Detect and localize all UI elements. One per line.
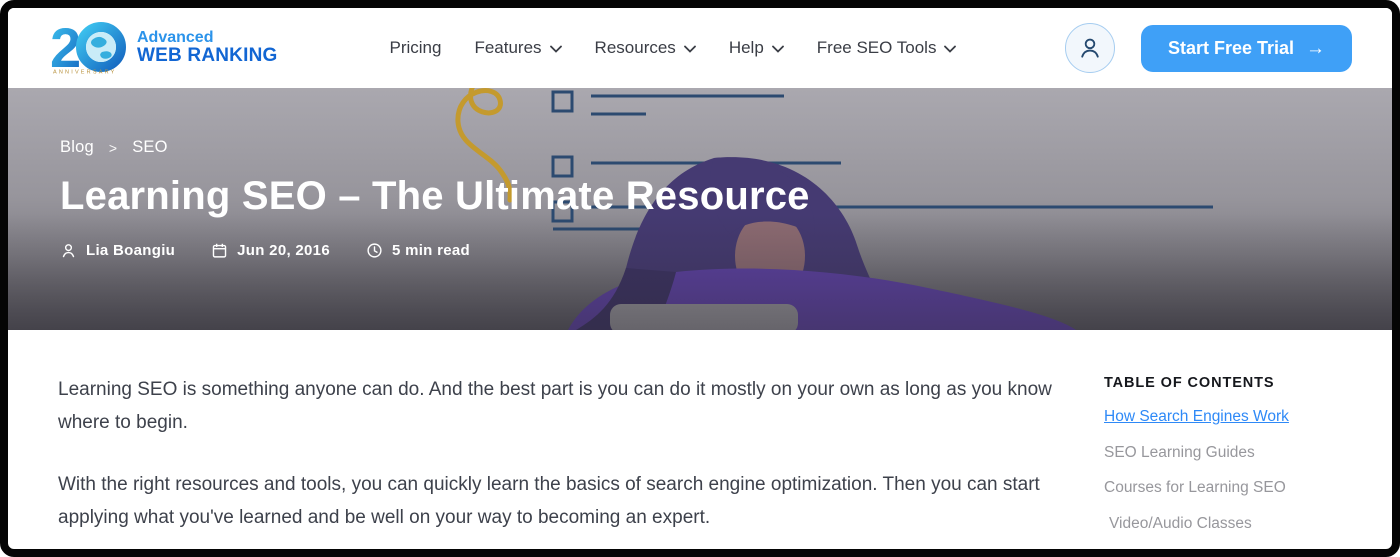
author-icon — [60, 242, 77, 259]
nav-item-pricing[interactable]: Pricing — [389, 38, 441, 58]
toc-item-courses-for-learning-seo[interactable]: Courses for Learning SEO — [1104, 479, 1352, 497]
logo-name-bottom: WEB RANKING — [137, 46, 277, 66]
toc-item-seo-learning-guides[interactable]: SEO Learning Guides — [1104, 444, 1352, 462]
logo-anniversary-label: ANNIVERSARY — [53, 70, 117, 76]
logo-name-top: Advanced — [137, 30, 277, 47]
breadcrumb-blog[interactable]: Blog — [60, 138, 94, 157]
toc-item-video-audio-classes[interactable]: Video/Audio Classes — [1104, 515, 1352, 533]
table-of-contents: TABLE OF CONTENTS How Search Engines Wor… — [1104, 330, 1352, 550]
browser-page: 2 ANNIVERSARY Advanced WEB RANKING Prici… — [0, 0, 1400, 557]
post-meta: Lia Boangiu Jun 20, 2016 5 min rea — [60, 242, 1392, 259]
calendar-icon — [211, 242, 228, 259]
author-meta: Lia Boangiu — [60, 242, 175, 259]
account-avatar-button[interactable] — [1065, 23, 1115, 73]
nav-item-features[interactable]: Features — [474, 38, 561, 58]
awr-logo-mark-icon: 2 ANNIVERSARY — [50, 20, 128, 76]
date-meta: Jun 20, 2016 — [211, 242, 330, 259]
page-title: Learning SEO – The Ultimate Resource — [60, 174, 1392, 219]
breadcrumb-separator: > — [109, 140, 117, 156]
main-content: Learning SEO is something anyone can do.… — [8, 330, 1392, 550]
hero-banner: Blog > SEO Learning SEO – The Ultimate R… — [8, 88, 1392, 330]
clock-icon — [366, 242, 383, 259]
user-icon — [1077, 35, 1103, 61]
article-body: Learning SEO is something anyone can do.… — [58, 330, 1070, 550]
nav-item-resources[interactable]: Resources — [595, 38, 696, 58]
chevron-down-icon — [772, 45, 784, 53]
nav-item-help[interactable]: Help — [729, 38, 784, 58]
article-paragraph: Learning SEO is something anyone can do.… — [58, 374, 1070, 440]
read-time: 5 min read — [392, 242, 470, 259]
chevron-down-icon — [684, 45, 696, 53]
breadcrumb-seo[interactable]: SEO — [132, 138, 167, 157]
read-time-meta: 5 min read — [366, 242, 470, 259]
author-name: Lia Boangiu — [86, 242, 175, 259]
publish-date: Jun 20, 2016 — [237, 242, 330, 259]
breadcrumb: Blog > SEO — [60, 138, 1392, 157]
nav-item-free-seo-tools[interactable]: Free SEO Tools — [817, 38, 957, 58]
start-free-trial-button[interactable]: Start Free Trial → — [1141, 25, 1352, 72]
site-header: 2 ANNIVERSARY Advanced WEB RANKING Prici… — [8, 8, 1392, 88]
article-paragraph: With the right resources and tools, you … — [58, 469, 1070, 535]
chevron-down-icon — [550, 45, 562, 53]
chevron-down-icon — [944, 45, 956, 53]
awr-logo[interactable]: 2 ANNIVERSARY Advanced WEB RANKING — [50, 20, 277, 76]
toc-title: TABLE OF CONTENTS — [1104, 375, 1352, 391]
main-nav: Pricing Features Resources Help Free SEO… — [389, 38, 956, 58]
toc-item-how-search-engines-work[interactable]: How Search Engines Work — [1104, 408, 1352, 426]
arrow-right-icon: → — [1306, 39, 1325, 58]
